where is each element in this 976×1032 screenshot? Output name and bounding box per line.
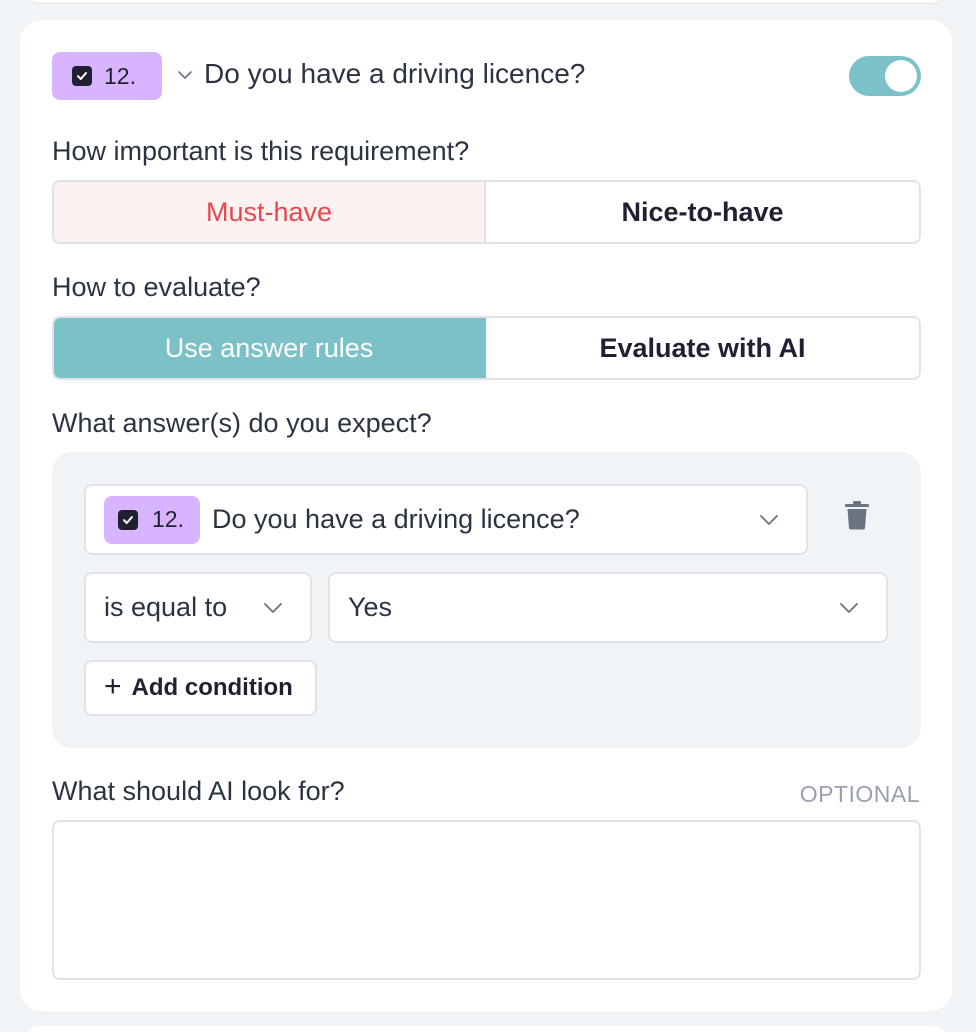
answer-value-select[interactable]: Yes — [328, 572, 888, 643]
rule-question-title: Do you have a driving licence? — [212, 504, 580, 534]
rule-question-number: 12. — [152, 506, 184, 532]
operator-select[interactable]: is equal to — [84, 572, 312, 643]
trash-icon[interactable] — [844, 500, 870, 530]
use-answer-rules-option[interactable]: Use answer rules — [54, 318, 486, 378]
importance-segmented-control: Must-have Nice-to-have — [52, 180, 921, 244]
chevron-down-icon — [840, 602, 858, 613]
answer-value: Yes — [348, 592, 393, 622]
question-card: 12. Do you have a driving licence? How i… — [20, 20, 952, 1011]
evaluation-segmented-control: Use answer rules Evaluate with AI — [52, 316, 921, 380]
add-condition-label: Add condition — [131, 674, 293, 701]
question-enabled-toggle[interactable] — [849, 56, 921, 96]
answer-rules-panel: 12. Do you have a driving licence? is eq… — [52, 452, 921, 748]
chevron-down-icon — [760, 514, 778, 525]
plus-icon: + — [104, 669, 122, 703]
must-have-option[interactable]: Must-have — [54, 182, 486, 242]
ai-lookfor-label: What should AI look for? — [52, 776, 345, 806]
question-title[interactable]: Do you have a driving licence? — [204, 58, 585, 90]
toggle-knob — [885, 60, 917, 92]
ai-lookfor-textarea[interactable] — [52, 820, 921, 980]
operator-value: is equal to — [104, 592, 228, 622]
question-number: 12. — [104, 62, 136, 89]
expected-answers-label: What answer(s) do you expect? — [52, 408, 432, 438]
evaluate-with-ai-option[interactable]: Evaluate with AI — [486, 318, 919, 378]
chevron-down-icon — [264, 602, 282, 613]
question-number-badge: 12. — [52, 52, 162, 100]
rule-question-select[interactable]: 12. Do you have a driving licence? — [84, 484, 808, 555]
optional-tag: OPTIONAL — [799, 781, 920, 807]
add-condition-button[interactable]: + Add condition — [84, 660, 317, 716]
next-question-card — [20, 1026, 952, 1032]
evaluation-label: How to evaluate? — [52, 272, 261, 302]
importance-label: How important is this requirement? — [52, 136, 470, 166]
checkbox-icon — [72, 66, 92, 86]
previous-question-card — [20, 0, 952, 4]
rule-question-badge: 12. — [104, 495, 200, 544]
nice-to-have-option[interactable]: Nice-to-have — [486, 182, 919, 242]
checkbox-icon — [118, 509, 138, 530]
chevron-down-icon[interactable] — [176, 66, 194, 84]
